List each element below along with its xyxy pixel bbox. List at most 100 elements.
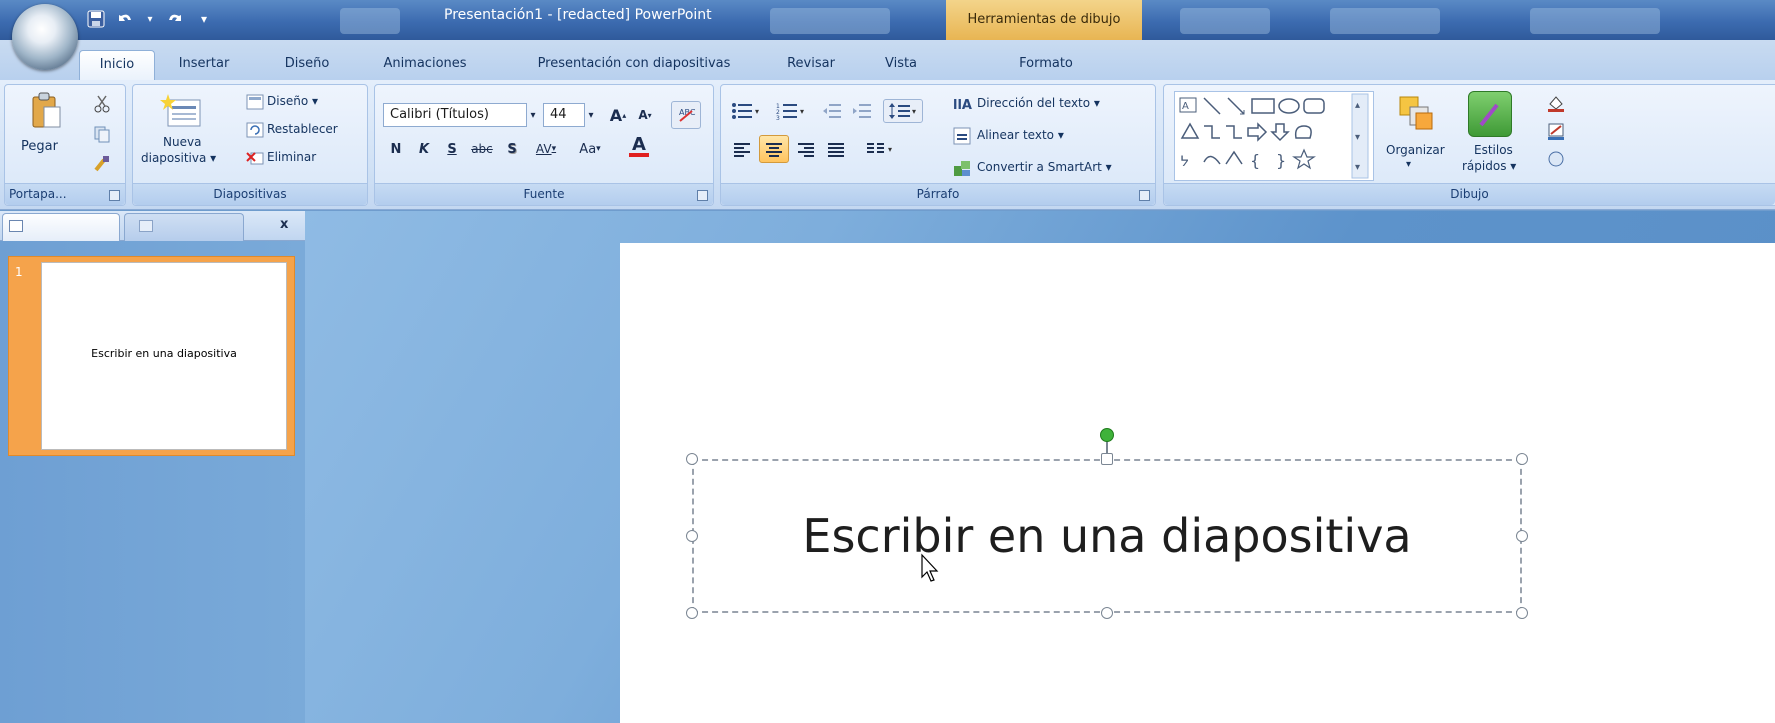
numbering-icon[interactable]: 1 2 3 ▾ [771, 99, 811, 123]
dialog-launcher-icon[interactable] [1139, 190, 1150, 201]
resize-handle-top[interactable] [1101, 453, 1113, 465]
shape-fill-icon[interactable] [1546, 93, 1566, 113]
save-icon[interactable] [84, 8, 108, 30]
arrange-button[interactable]: Organizar [1386, 143, 1445, 157]
new-slide-label-2[interactable]: diapositiva ▾ [141, 151, 216, 165]
group-dibujo: A ᔭ { } ▴ ▾ ▾ Organizar ▾ Estilos rápido… [1163, 84, 1775, 206]
character-spacing-button[interactable]: AV ▾ [527, 137, 565, 161]
tab-slides[interactable] [2, 213, 120, 241]
resize-handle-top-left[interactable] [686, 453, 698, 465]
change-case-button[interactable]: Aa ▾ [571, 137, 609, 161]
bold-button[interactable]: N [385, 137, 407, 161]
close-panel-icon[interactable]: x [280, 217, 288, 232]
decrease-indent-icon[interactable] [819, 99, 847, 123]
svg-text:{: { [1250, 151, 1260, 170]
clear-formatting-icon[interactable]: ABC [671, 101, 701, 129]
quick-styles-button[interactable]: rápidos ▾ [1462, 159, 1516, 173]
quick-styles-icon[interactable] [1468, 91, 1512, 137]
align-left-icon[interactable] [729, 137, 755, 161]
svg-text:A: A [1182, 101, 1189, 112]
paste-label[interactable]: Pegar [21, 139, 58, 154]
cut-icon[interactable] [89, 91, 115, 117]
align-text-button[interactable]: Alinear texto ▾ [977, 128, 1064, 142]
align-text-icon[interactable] [951, 125, 973, 147]
quick-access-toolbar: ▾ ▾ [84, 8, 216, 30]
copy-icon[interactable] [89, 121, 115, 147]
tab-formato[interactable]: Formato [998, 50, 1094, 80]
new-slide-icon[interactable] [157, 91, 207, 133]
reset-button[interactable]: Restablecer [267, 122, 338, 136]
font-name-dropdown-icon[interactable]: ▾ [525, 103, 541, 127]
delete-slide-icon[interactable] [245, 149, 265, 167]
resize-handle-bottom-right[interactable] [1516, 607, 1528, 619]
tab-outline[interactable] [124, 213, 244, 241]
tab-insertar[interactable]: Insertar [163, 50, 245, 80]
resize-handle-top-right[interactable] [1516, 453, 1528, 465]
font-name-select[interactable]: Calibri (Títulos) [383, 103, 527, 127]
shrink-font-glyph: A [638, 108, 648, 122]
shadow-button[interactable]: S [501, 137, 523, 161]
underline-button[interactable]: S [441, 137, 463, 161]
tab-animaciones[interactable]: Animaciones [367, 50, 483, 80]
align-right-icon[interactable] [793, 137, 819, 161]
line-spacing-icon[interactable]: ▾ [883, 99, 923, 123]
tab-vista[interactable]: Vista [868, 50, 934, 80]
reset-icon[interactable] [245, 121, 265, 139]
tab-revisar[interactable]: Revisar [772, 50, 850, 80]
bullets-icon[interactable]: ▾ [727, 99, 765, 123]
resize-handle-left[interactable] [686, 530, 698, 542]
quick-styles-label[interactable]: Estilos [1474, 143, 1513, 157]
font-color-button[interactable]: A [619, 135, 659, 159]
dialog-launcher-icon[interactable] [697, 190, 708, 201]
shape-outline-icon[interactable] [1546, 121, 1566, 141]
smartart-icon[interactable] [951, 157, 973, 179]
office-button[interactable] [12, 4, 78, 70]
group-label-diapositivas: Diapositivas [133, 183, 367, 205]
smartart-button[interactable]: Convertir a SmartArt ▾ [977, 160, 1112, 174]
redo-icon[interactable] [162, 8, 186, 30]
increase-indent-icon[interactable] [849, 99, 877, 123]
blurred-region [1330, 8, 1440, 34]
dialog-launcher-icon[interactable] [109, 190, 120, 201]
shapes-gallery[interactable]: A ᔭ { } ▴ ▾ ▾ [1174, 91, 1374, 181]
resize-handle-right[interactable] [1516, 530, 1528, 542]
strikethrough-button[interactable]: abc [467, 137, 497, 161]
tab-inicio[interactable]: Inicio [79, 50, 155, 80]
italic-button[interactable]: K [413, 137, 435, 161]
undo-icon[interactable] [114, 8, 138, 30]
group-parrafo: ▾ 1 2 3 ▾ ▾ ▾ llA Dirección del texto ▾ … [720, 84, 1156, 206]
shrink-font-icon[interactable]: A ▾ [633, 103, 657, 127]
paste-icon[interactable] [29, 91, 65, 131]
new-slide-label-text: diapositiva [141, 151, 207, 165]
slide-thumbnail-selected[interactable]: 1 Escribir en una diapositiva [8, 256, 295, 456]
columns-icon[interactable]: ▾ [861, 137, 901, 161]
format-painter-icon[interactable] [89, 151, 115, 177]
grow-font-glyph: A [609, 105, 623, 125]
arrange-dropdown-icon[interactable]: ▾ [1406, 159, 1411, 170]
text-direction-button[interactable]: Dirección del texto ▾ [977, 96, 1100, 110]
title-textbox[interactable]: Escribir en una diapositiva [692, 459, 1522, 613]
tab-diseno[interactable]: Diseño [269, 50, 345, 80]
new-slide-label[interactable]: Nueva [163, 135, 201, 149]
resize-handle-bottom[interactable] [1101, 607, 1113, 619]
grow-font-icon[interactable]: A ▴ [605, 103, 631, 127]
text-direction-icon[interactable]: llA [951, 93, 973, 115]
slide-thumbnail[interactable]: Escribir en una diapositiva [41, 262, 287, 450]
group-label-parrafo: Párrafo [721, 183, 1155, 205]
customize-toolbar-icon[interactable]: ▾ [192, 8, 216, 30]
dropdown-icon[interactable]: ▾ [144, 8, 156, 30]
font-size-dropdown-icon[interactable]: ▾ [583, 103, 599, 127]
layout-button[interactable]: Diseño ▾ [267, 94, 318, 108]
slides-tab-icon [9, 220, 23, 232]
justify-icon[interactable] [823, 137, 849, 161]
tab-presentacion[interactable]: Presentación con diapositivas [506, 50, 762, 80]
shape-effects-icon[interactable] [1546, 149, 1566, 169]
textbox-text[interactable]: Escribir en una diapositiva [694, 461, 1520, 611]
font-size-select[interactable]: 44 [543, 103, 585, 127]
align-center-icon[interactable] [759, 135, 789, 163]
arrange-icon[interactable] [1394, 91, 1438, 135]
rotation-handle[interactable] [1100, 428, 1114, 442]
layout-icon[interactable] [245, 93, 265, 111]
delete-slide-button[interactable]: Eliminar [267, 150, 316, 164]
resize-handle-bottom-left[interactable] [686, 607, 698, 619]
